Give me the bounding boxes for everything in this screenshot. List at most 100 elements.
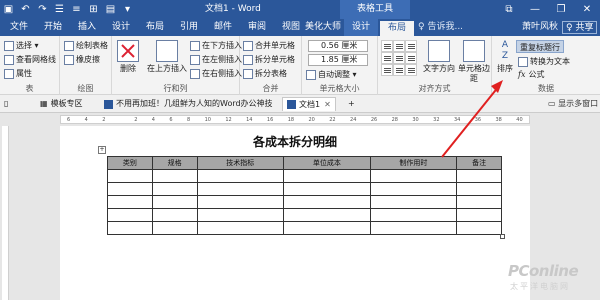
show-more-windows-button[interactable]: ▭ 显示多窗口: [548, 97, 598, 111]
table-cell[interactable]: [107, 208, 153, 222]
align-top-center-icon[interactable]: [393, 40, 405, 52]
grid-icon[interactable]: ⊞: [85, 0, 102, 19]
tab-table-design[interactable]: 设计: [344, 19, 378, 36]
split-cells-button[interactable]: 拆分单元格: [243, 53, 295, 66]
table-cell[interactable]: [283, 182, 371, 196]
table-cell[interactable]: [369, 169, 458, 183]
table-cell[interactable]: [456, 182, 502, 196]
tab-home[interactable]: 开始: [38, 19, 68, 36]
eraser-button[interactable]: 橡皮擦: [64, 53, 100, 66]
alignment-grid[interactable]: [381, 40, 417, 76]
table-cell[interactable]: [107, 182, 153, 196]
tab-design[interactable]: 设计: [106, 19, 136, 36]
table-cell[interactable]: [151, 169, 198, 183]
table-cell[interactable]: [456, 221, 502, 235]
insert-right-button[interactable]: 在右侧插入: [190, 67, 242, 80]
save-icon[interactable]: ▣: [0, 0, 17, 19]
ribbon-display-options-icon[interactable]: ⧉: [496, 0, 522, 19]
cost-table[interactable]: 类别 规格 技术指标 单位成本 制作用时 备注: [107, 156, 502, 235]
align-center-icon[interactable]: [393, 52, 405, 64]
active-document-tab[interactable]: 文档1 ✕: [282, 97, 336, 111]
table-header-cell[interactable]: 单位成本: [283, 156, 371, 170]
align-top-right-icon[interactable]: [405, 40, 417, 52]
table-cell[interactable]: [369, 182, 458, 196]
restore-button[interactable]: ❐: [548, 0, 574, 19]
tab-file[interactable]: 文件: [4, 19, 34, 36]
table-header-cell[interactable]: 制作用时: [369, 156, 458, 170]
column-width-field[interactable]: 1.85 厘米: [308, 54, 368, 66]
table-cell[interactable]: [283, 208, 371, 222]
split-table-button[interactable]: 拆分表格: [243, 67, 287, 80]
row-height-field[interactable]: 0.56 厘米: [308, 40, 368, 52]
align-top-left-icon[interactable]: [381, 40, 393, 52]
table-header-cell[interactable]: 备注: [456, 156, 502, 170]
select-dropdown[interactable]: 选择 ▾: [4, 39, 39, 52]
align-middle-right-icon[interactable]: [405, 52, 417, 64]
tab-mailings[interactable]: 邮件: [208, 19, 238, 36]
merge-cells-button[interactable]: 合并单元格: [243, 39, 295, 52]
insert-left-button[interactable]: 在左侧插入: [190, 53, 242, 66]
article-tab[interactable]: 不用再加班！几组鲜为人知的Word办公神技: [104, 97, 273, 111]
tab-beautify-master[interactable]: 美化大师: [303, 19, 343, 36]
table-header-cell[interactable]: 类别: [107, 156, 153, 170]
table-cell[interactable]: [456, 195, 502, 209]
table-cell[interactable]: [107, 195, 153, 209]
sort-button[interactable]: AZ 排序: [494, 40, 516, 74]
tab-insert[interactable]: 插入: [72, 19, 102, 36]
properties-button[interactable]: 属性: [4, 67, 32, 80]
table-cell[interactable]: [107, 221, 153, 235]
table-cell[interactable]: [456, 169, 502, 183]
table-cell[interactable]: [196, 221, 285, 235]
new-tab-button[interactable]: +: [348, 97, 355, 111]
table-cell[interactable]: [283, 195, 371, 209]
align-bottom-right-icon[interactable]: [405, 64, 417, 76]
tab-view[interactable]: 视图: [276, 19, 306, 36]
tab-review[interactable]: 审阅: [242, 19, 272, 36]
align-bottom-center-icon[interactable]: [393, 64, 405, 76]
tell-me-search[interactable]: ♀ 告诉我...: [418, 19, 463, 36]
table-cell[interactable]: [283, 221, 371, 235]
align-bottom-left-icon[interactable]: [381, 64, 393, 76]
table-cell[interactable]: [456, 208, 502, 222]
table-cell[interactable]: [369, 208, 458, 222]
table-cell[interactable]: [151, 195, 198, 209]
delete-button[interactable]: 删除: [116, 40, 140, 74]
user-name[interactable]: 萧叶风秋: [522, 19, 558, 36]
template-zone-tab[interactable]: ▦ 模板专区: [40, 97, 83, 111]
document-page[interactable]: 各成本拆分明细 + 类别 规格 技术指标 单位成本 制作用时 备注: [60, 126, 530, 300]
share-button[interactable]: ♀ 共享: [562, 21, 598, 34]
undo-icon[interactable]: ↶: [17, 0, 34, 19]
table-cell[interactable]: [196, 195, 285, 209]
table-cell[interactable]: [196, 169, 285, 183]
table-header-cell[interactable]: 技术指标: [196, 156, 285, 170]
table-cell[interactable]: [151, 182, 198, 196]
convert-to-text-button[interactable]: 转换为文本: [518, 55, 570, 68]
formula-button[interactable]: fx 公式: [518, 68, 544, 81]
close-button[interactable]: ✕: [574, 0, 600, 19]
align-middle-left-icon[interactable]: [381, 52, 393, 64]
numbered-list-icon[interactable]: ≡: [68, 0, 85, 19]
table-move-handle[interactable]: +: [98, 146, 106, 154]
customize-qat-icon[interactable]: ▾: [119, 0, 136, 19]
redo-icon[interactable]: ↷: [34, 0, 51, 19]
table-cell[interactable]: [196, 208, 285, 222]
table-cell[interactable]: [151, 208, 198, 222]
insert-above-button[interactable]: 在上方插入: [145, 40, 189, 74]
table-resize-handle[interactable]: [500, 234, 505, 239]
horizontal-ruler[interactable]: 6 4 2 2 4 6 8 10 12 14 16 18 20 22 24 26 28 30 32 34 36 38 40: [0, 113, 600, 126]
text-direction-button[interactable]: 文字方向: [422, 40, 456, 74]
table-cell[interactable]: [369, 221, 458, 235]
table-cell[interactable]: [283, 169, 371, 183]
bullet-list-icon[interactable]: ☰: [51, 0, 68, 19]
repeat-header-rows-button[interactable]: 重复标题行: [516, 40, 564, 53]
table-cell[interactable]: [369, 195, 458, 209]
vertical-ruler[interactable]: [0, 126, 10, 300]
tab-table-layout[interactable]: 布局: [380, 19, 414, 36]
insert-below-button[interactable]: 在下方插入: [190, 39, 242, 52]
close-tab-icon[interactable]: ✕: [324, 98, 331, 112]
minimize-button[interactable]: —: [522, 0, 548, 19]
tab-references[interactable]: 引用: [174, 19, 204, 36]
table-cell[interactable]: [151, 221, 198, 235]
new-page-icon[interactable]: ▯: [4, 97, 8, 111]
table-header-cell[interactable]: 规格: [151, 156, 198, 170]
